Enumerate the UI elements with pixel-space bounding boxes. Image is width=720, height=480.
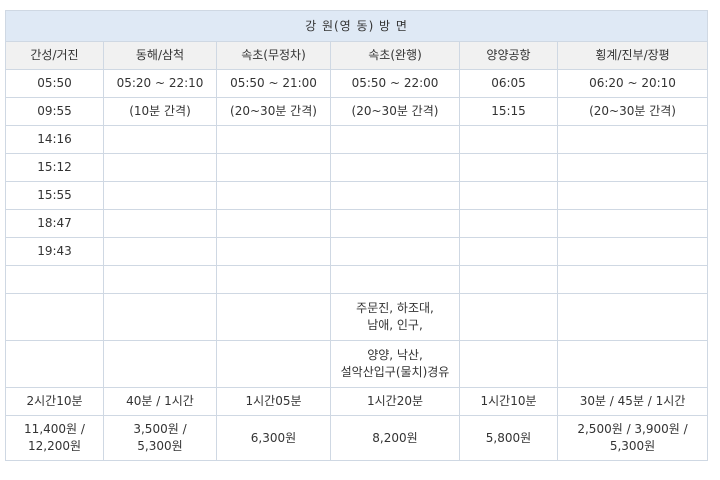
column-header: 동해/삼척 bbox=[103, 41, 217, 70]
table-cell bbox=[103, 153, 217, 182]
table-cell: (20~30분 간격) bbox=[216, 97, 331, 126]
duration-row: 2시간10분 40분 / 1시간 1시간05분 1시간20분 1시간10분 30분 / 4… bbox=[5, 387, 709, 416]
table-cell: 05:50 ~ 22:00 bbox=[330, 69, 460, 98]
column-header: 횡계/진부/장평 bbox=[556, 41, 709, 70]
table-cell bbox=[556, 209, 709, 238]
timetable-container: 강 원(영 동) 방 면 간성/거진 동해/삼척 속초(무정차) 속초(완행) … bbox=[4, 10, 709, 461]
table-cell bbox=[103, 265, 217, 294]
duration-cell: 40분 / 1시간 bbox=[103, 387, 217, 416]
table-cell: 09:55 bbox=[5, 97, 104, 126]
fare-row: 11,400원 /12,200원 3,500원 /5,300원 6,300원 8,20… bbox=[5, 415, 709, 461]
table-cell bbox=[556, 237, 709, 266]
column-header: 속초(무정차) bbox=[216, 41, 331, 70]
table-cell bbox=[556, 293, 709, 341]
table-cell bbox=[459, 125, 558, 154]
table-cell bbox=[216, 340, 331, 388]
time-row bbox=[5, 265, 709, 294]
time-row: 19:43 bbox=[5, 237, 709, 266]
table-cell bbox=[5, 340, 104, 388]
bus-timetable: 강 원(영 동) 방 면 간성/거진 동해/삼척 속초(무정차) 속초(완행) … bbox=[4, 10, 709, 461]
table-cell bbox=[330, 153, 460, 182]
fare-cell: 8,200원 bbox=[330, 415, 460, 461]
table-cell: 06:05 bbox=[459, 69, 558, 98]
table-cell: 05:20 ~ 22:10 bbox=[103, 69, 217, 98]
table-cell bbox=[103, 293, 217, 341]
table-cell bbox=[459, 237, 558, 266]
table-cell: 주문진, 하조대, 남애, 인구, bbox=[330, 293, 460, 341]
table-cell bbox=[103, 340, 217, 388]
table-cell bbox=[216, 293, 331, 341]
duration-cell: 2시간10분 bbox=[5, 387, 104, 416]
time-row: 18:47 bbox=[5, 209, 709, 238]
column-header: 속초(완행) bbox=[330, 41, 460, 70]
time-row: 14:16 bbox=[5, 125, 709, 154]
table-cell bbox=[330, 125, 460, 154]
table-cell: 06:20 ~ 20:10 bbox=[556, 69, 709, 98]
table-cell: 15:12 bbox=[5, 153, 104, 182]
table-cell bbox=[459, 153, 558, 182]
table-cell: (20~30분 간격) bbox=[330, 97, 460, 126]
fare-cell: 6,300원 bbox=[216, 415, 331, 461]
table-cell bbox=[330, 181, 460, 210]
table-cell bbox=[5, 265, 104, 294]
table-cell bbox=[103, 237, 217, 266]
table-cell bbox=[103, 125, 217, 154]
time-row: 09:55 (10분 간격) (20~30분 간격) (20~30분 간격) 15:15… bbox=[5, 97, 709, 126]
table-cell bbox=[5, 293, 104, 341]
table-title: 강 원(영 동) 방 면 bbox=[4, 10, 709, 42]
table-cell: 양양, 낙산, 설악산입구(물치)경유 bbox=[330, 340, 460, 388]
table-cell: 18:47 bbox=[5, 209, 104, 238]
fare-cell: 11,400원 /12,200원 bbox=[5, 415, 104, 461]
table-cell bbox=[459, 181, 558, 210]
fare-cell: 2,500원 / 3,900원 /5,300원 bbox=[556, 415, 709, 461]
table-cell bbox=[556, 265, 709, 294]
stops-row: 주문진, 하조대, 남애, 인구, bbox=[5, 293, 709, 341]
table-cell: 15:15 bbox=[459, 97, 558, 126]
table-cell: 15:55 bbox=[5, 181, 104, 210]
table-cell bbox=[216, 153, 331, 182]
table-cell bbox=[103, 181, 217, 210]
table-cell bbox=[216, 237, 331, 266]
table-cell bbox=[216, 265, 331, 294]
table-cell bbox=[330, 209, 460, 238]
column-header: 양양공항 bbox=[459, 41, 558, 70]
table-cell bbox=[459, 265, 558, 294]
table-cell bbox=[330, 265, 460, 294]
table-cell bbox=[556, 340, 709, 388]
table-cell bbox=[459, 209, 558, 238]
duration-cell: 1시간10분 bbox=[459, 387, 558, 416]
table-cell bbox=[556, 153, 709, 182]
column-header: 간성/거진 bbox=[5, 41, 104, 70]
duration-cell: 1시간05분 bbox=[216, 387, 331, 416]
duration-cell: 1시간20분 bbox=[330, 387, 460, 416]
table-cell bbox=[459, 293, 558, 341]
table-cell: (20~30분 간격) bbox=[556, 97, 709, 126]
duration-cell: 30분 / 45분 / 1시간 bbox=[556, 387, 709, 416]
table-cell bbox=[216, 125, 331, 154]
time-row: 05:50 05:20 ~ 22:10 05:50 ~ 21:00 05:50 ~ 2… bbox=[5, 69, 709, 98]
table-cell bbox=[556, 125, 709, 154]
fare-cell: 3,500원 /5,300원 bbox=[103, 415, 217, 461]
stops-row: 양양, 낙산, 설악산입구(물치)경유 bbox=[5, 340, 709, 388]
table-cell: 14:16 bbox=[5, 125, 104, 154]
header-row: 간성/거진 동해/삼척 속초(무정차) 속초(완행) 양양공항 횡계/진부/장평 bbox=[5, 41, 709, 70]
table-cell bbox=[459, 340, 558, 388]
table-cell bbox=[556, 181, 709, 210]
time-row: 15:12 bbox=[5, 153, 709, 182]
table-cell: 19:43 bbox=[5, 237, 104, 266]
table-cell: (10분 간격) bbox=[103, 97, 217, 126]
table-cell bbox=[330, 237, 460, 266]
table-cell: 05:50 bbox=[5, 69, 104, 98]
table-cell bbox=[216, 209, 331, 238]
table-cell: 05:50 ~ 21:00 bbox=[216, 69, 331, 98]
table-cell bbox=[216, 181, 331, 210]
fare-cell: 5,800원 bbox=[459, 415, 558, 461]
time-row: 15:55 bbox=[5, 181, 709, 210]
table-cell bbox=[103, 209, 217, 238]
